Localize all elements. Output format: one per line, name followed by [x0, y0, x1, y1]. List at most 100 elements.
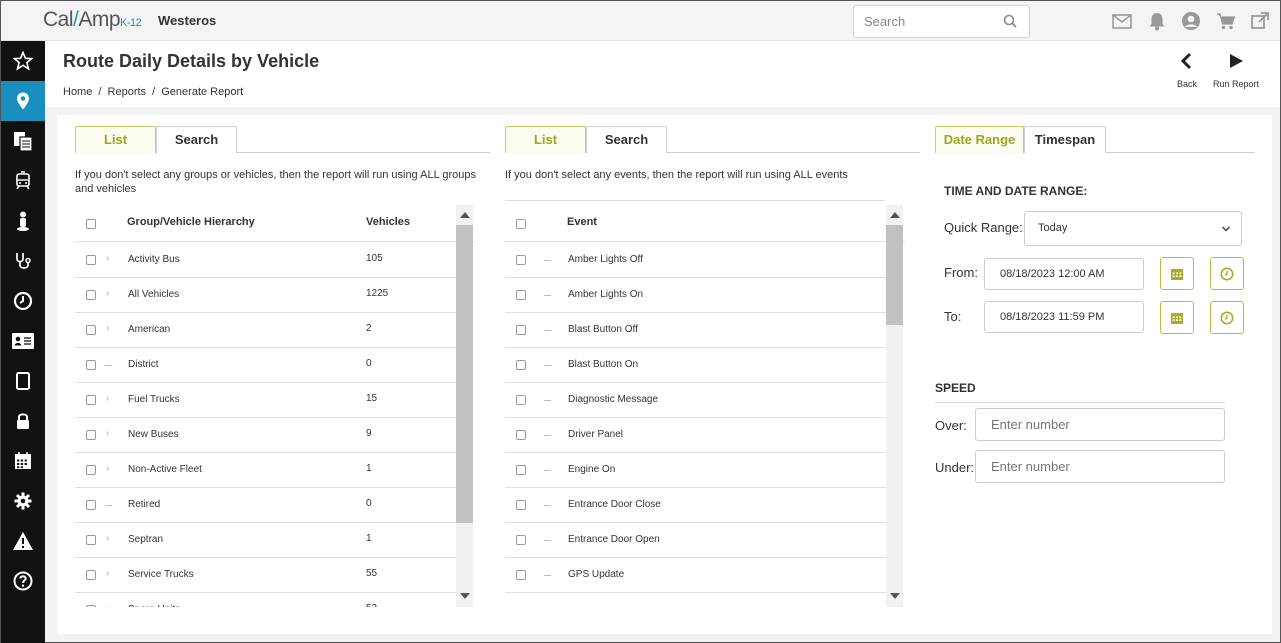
groups-scrollbar[interactable]: [456, 205, 473, 607]
event-checkbox[interactable]: [516, 290, 526, 300]
group-row[interactable]: › Fuel Trucks 15: [75, 383, 456, 418]
event-row[interactable]: GPS Update: [505, 558, 886, 593]
sidebar-item-help[interactable]: [1, 561, 45, 601]
from-time-picker-button[interactable]: [1210, 257, 1244, 290]
bell-icon[interactable]: [1146, 11, 1168, 31]
event-checkbox[interactable]: [516, 430, 526, 440]
cart-icon[interactable]: [1215, 11, 1237, 31]
chevron-right-icon[interactable]: ›: [106, 253, 109, 264]
external-link-icon[interactable]: [1249, 11, 1271, 31]
from-date-picker-button[interactable]: [1160, 257, 1194, 290]
sidebar-item-documents[interactable]: [1, 121, 45, 161]
tab-events-list[interactable]: List: [505, 126, 586, 153]
scroll-down-icon[interactable]: [460, 593, 470, 599]
group-checkbox[interactable]: [86, 605, 96, 607]
sidebar-item-alerts[interactable]: [1, 521, 45, 561]
group-checkbox[interactable]: [86, 430, 96, 440]
group-row[interactable]: District 0: [75, 348, 456, 383]
select-all-groups-checkbox[interactable]: [86, 219, 96, 229]
event-checkbox[interactable]: [516, 395, 526, 405]
group-row[interactable]: › Non-Active Fleet 1: [75, 453, 456, 488]
event-checkbox[interactable]: [516, 570, 526, 580]
event-checkbox[interactable]: [516, 255, 526, 265]
select-all-events-checkbox[interactable]: [516, 219, 526, 229]
sidebar-item-transport[interactable]: [1, 161, 45, 201]
event-checkbox[interactable]: [516, 500, 526, 510]
scroll-up-icon[interactable]: [460, 212, 470, 218]
group-checkbox[interactable]: [86, 465, 96, 475]
tab-events-search[interactable]: Search: [586, 126, 667, 153]
tab-date-range[interactable]: Date Range: [935, 126, 1024, 153]
chevron-right-icon[interactable]: ›: [106, 533, 109, 544]
calamp-logo[interactable]: Cal/AmpK-12: [43, 8, 142, 32]
event-row[interactable]: Blast Button On: [505, 348, 886, 383]
event-checkbox[interactable]: [516, 325, 526, 335]
breadcrumb-reports[interactable]: Reports: [108, 86, 147, 98]
group-row[interactable]: › Septran 1: [75, 523, 456, 558]
group-row[interactable]: › American 2: [75, 313, 456, 348]
mail-icon[interactable]: [1111, 11, 1133, 31]
event-row[interactable]: Amber Lights Off: [505, 243, 886, 278]
sidebar-item-students[interactable]: [1, 201, 45, 241]
groups-scroll-thumb[interactable]: [456, 225, 473, 523]
group-checkbox[interactable]: [86, 570, 96, 580]
group-row[interactable]: Retired 0: [75, 488, 456, 523]
search-box[interactable]: [853, 5, 1030, 38]
event-row[interactable]: Engine On: [505, 453, 886, 488]
group-checkbox[interactable]: [86, 325, 96, 335]
chevron-right-icon[interactable]: ›: [106, 393, 109, 404]
group-checkbox[interactable]: [86, 290, 96, 300]
from-datetime-field[interactable]: 08/18/2023 12:00 AM: [984, 258, 1144, 290]
group-checkbox[interactable]: [86, 360, 96, 370]
group-row[interactable]: › Service Trucks 55: [75, 558, 456, 593]
chevron-right-icon[interactable]: ›: [106, 288, 109, 299]
run-report-button[interactable]: Run Report: [1211, 51, 1261, 89]
event-row[interactable]: Entrance Door Close: [505, 488, 886, 523]
group-row[interactable]: › Spare Units 52: [75, 593, 456, 607]
sidebar-item-calendar[interactable]: [1, 441, 45, 481]
user-icon[interactable]: [1180, 11, 1202, 31]
speed-under-input[interactable]: [975, 450, 1225, 483]
sidebar-item-favorites[interactable]: [1, 41, 45, 81]
event-row[interactable]: Entrance Door Open: [505, 523, 886, 558]
chevron-right-icon[interactable]: ›: [106, 323, 109, 334]
event-checkbox[interactable]: [516, 465, 526, 475]
event-row[interactable]: Driver Panel: [505, 418, 886, 453]
group-row[interactable]: › New Buses 9: [75, 418, 456, 453]
scroll-down-icon[interactable]: [890, 593, 900, 599]
speed-over-input[interactable]: [975, 408, 1225, 441]
events-scroll-thumb[interactable]: [886, 225, 903, 325]
back-button[interactable]: Back: [1172, 51, 1202, 89]
chevron-right-icon[interactable]: ›: [106, 428, 109, 439]
event-row[interactable]: Blast Button Off: [505, 313, 886, 348]
sidebar-item-location[interactable]: [1, 81, 45, 121]
sidebar-item-security[interactable]: [1, 401, 45, 441]
group-row[interactable]: › Activity Bus 105: [75, 243, 456, 278]
to-date-picker-button[interactable]: [1160, 301, 1194, 334]
chevron-right-icon[interactable]: ›: [106, 568, 109, 579]
quick-range-select[interactable]: Today: [1024, 211, 1242, 246]
chevron-right-icon[interactable]: ›: [106, 603, 109, 607]
tab-groups-list[interactable]: List: [75, 126, 156, 153]
sidebar-item-settings[interactable]: [1, 481, 45, 521]
search-icon[interactable]: [1003, 14, 1017, 33]
search-input[interactable]: [854, 6, 994, 37]
breadcrumb-home[interactable]: Home: [63, 86, 92, 98]
event-checkbox[interactable]: [516, 360, 526, 370]
sidebar-item-devices[interactable]: [1, 361, 45, 401]
group-checkbox[interactable]: [86, 535, 96, 545]
event-row[interactable]: Diagnostic Message: [505, 383, 886, 418]
sidebar-item-health[interactable]: [1, 241, 45, 281]
group-checkbox[interactable]: [86, 500, 96, 510]
chevron-right-icon[interactable]: ›: [106, 463, 109, 474]
tab-groups-search[interactable]: Search: [156, 126, 237, 153]
event-checkbox[interactable]: [516, 535, 526, 545]
group-checkbox[interactable]: [86, 255, 96, 265]
to-time-picker-button[interactable]: [1210, 301, 1244, 334]
events-scrollbar[interactable]: [886, 205, 903, 607]
sidebar-item-history[interactable]: [1, 281, 45, 321]
group-row[interactable]: › All Vehicles 1225: [75, 278, 456, 313]
sidebar-item-id-cards[interactable]: [1, 321, 45, 361]
event-row[interactable]: Amber Lights On: [505, 278, 886, 313]
group-checkbox[interactable]: [86, 395, 96, 405]
